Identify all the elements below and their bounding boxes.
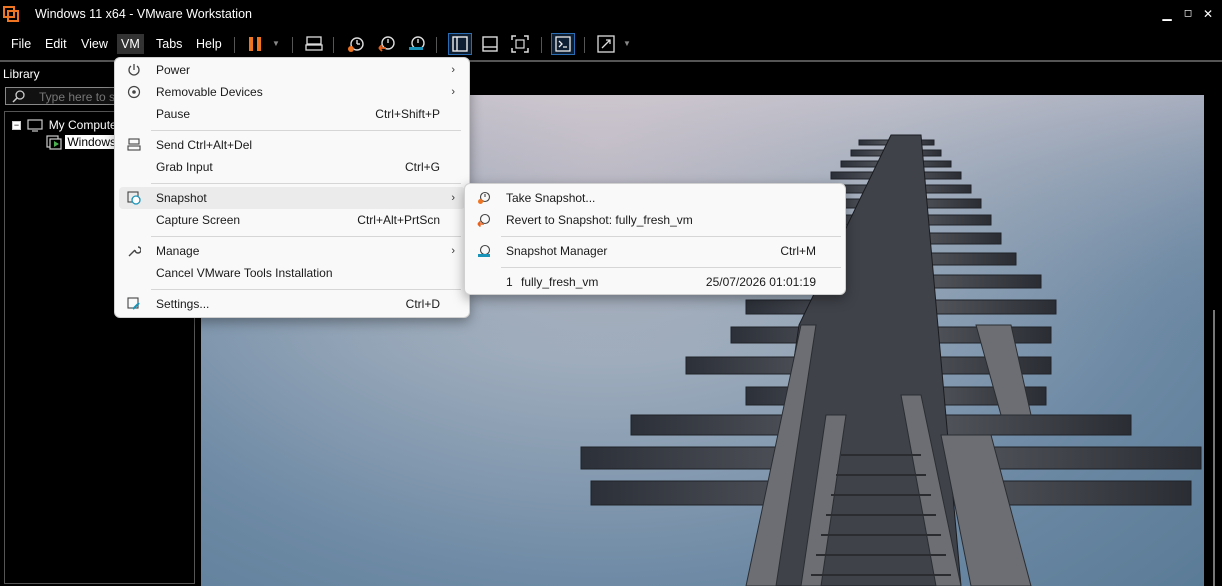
menu-separator — [501, 236, 841, 237]
menu-item-take-snapshot[interactable]: Take Snapshot... — [469, 187, 841, 209]
toolbar-separator — [234, 37, 235, 53]
chevron-right-icon: › — [451, 245, 455, 257]
revert-snapshot-button[interactable] — [375, 33, 399, 55]
restore-button[interactable]: ◻ — [1181, 6, 1195, 22]
settings-icon — [127, 297, 140, 310]
tree-item-label: My Compute — [48, 118, 117, 132]
shortcut: Ctrl+Alt+PrtScn — [357, 213, 440, 227]
pause-button[interactable] — [243, 33, 267, 55]
menu-edit[interactable]: Edit — [42, 34, 70, 54]
menu-vm[interactable]: VM — [117, 34, 144, 54]
shortcut: Ctrl+D — [405, 297, 440, 311]
menu-separator — [151, 183, 461, 184]
minimize-button[interactable]: ▁ — [1160, 6, 1174, 22]
snapshot-manager-icon — [409, 36, 425, 50]
menu-item-removable-devices[interactable]: Removable Devices › — [119, 81, 465, 103]
menu-separator — [151, 236, 461, 237]
show-thumbnail-bar-button[interactable] — [478, 33, 502, 55]
tree-item-label: Windows — [65, 135, 119, 149]
take-snapshot-button[interactable] — [344, 33, 368, 55]
tree-item-windows-vm[interactable]: Windows — [46, 135, 119, 150]
menu-item-snapshot[interactable]: Snapshot › — [119, 187, 465, 209]
title-bar: Windows 11 x64 - VMware Workstation ▁ ◻ … — [0, 0, 1222, 29]
menu-separator — [151, 130, 461, 131]
chevron-right-icon: › — [451, 86, 455, 98]
snapshot-manager-button[interactable] — [405, 33, 429, 55]
search-placeholder: Type here to s — [39, 90, 116, 104]
window-title: Windows 11 x64 - VMware Workstation — [35, 7, 252, 21]
shortcut: Ctrl+M — [780, 244, 816, 258]
snapshot-timestamp: 25/07/2026 01:01:19 — [705, 275, 816, 289]
toolbar-separator — [292, 37, 293, 53]
vm-menu: Power › Removable Devices › Pause Ctrl+S… — [114, 57, 470, 318]
chevron-right-icon: › — [451, 64, 455, 76]
menu-toolbar: File Edit View VM Tabs Help ▼ ▼ — [0, 29, 1222, 59]
stretch-icon — [597, 35, 615, 53]
revert-icon — [378, 36, 395, 52]
menu-item-revert-snapshot[interactable]: Revert to Snapshot: fully_fresh_vm — [469, 209, 841, 231]
toolbar-separator — [436, 37, 437, 53]
snapshot-icon — [127, 191, 141, 205]
menu-tabs[interactable]: Tabs — [153, 34, 185, 54]
shortcut: Ctrl+Shift+P — [375, 107, 440, 121]
menu-separator — [501, 267, 841, 268]
chevron-down-icon[interactable]: ▼ — [272, 39, 280, 48]
snapshot-clock-icon — [348, 37, 364, 52]
collapse-icon[interactable]: − — [12, 121, 21, 131]
chevron-right-icon: › — [451, 192, 455, 204]
menu-help[interactable]: Help — [193, 34, 225, 54]
menu-item-manage[interactable]: Manage › — [119, 240, 465, 262]
library-title: Library — [3, 67, 40, 81]
snapshot-manager-icon — [478, 244, 491, 257]
menu-item-snapshot-manager[interactable]: Snapshot Manager Ctrl+M — [469, 240, 841, 262]
show-library-button[interactable] — [448, 33, 472, 55]
full-screen-icon — [511, 35, 529, 53]
power-icon — [128, 64, 140, 76]
menu-item-power[interactable]: Power › — [119, 59, 465, 81]
menu-item-settings[interactable]: Settings... Ctrl+D — [119, 293, 465, 315]
menu-separator — [151, 289, 461, 290]
close-button[interactable]: ✕ — [1201, 6, 1215, 22]
snapshot-name: fully_fresh_vm — [521, 275, 599, 289]
removable-devices-icon — [127, 85, 141, 99]
menu-item-snapshot-entry[interactable]: 1 fully_fresh_vm 25/07/2026 01:01:19 — [469, 271, 841, 293]
tree-item-my-computer[interactable]: − My Compute — [12, 118, 117, 132]
menu-item-cancel-vmware-tools[interactable]: Cancel VMware Tools Installation — [119, 262, 465, 284]
take-snapshot-icon — [478, 191, 491, 204]
vmware-logo-icon — [3, 6, 19, 22]
menu-item-grab-input[interactable]: Grab Input Ctrl+G — [119, 156, 465, 178]
menu-item-send-ctrl-alt-del[interactable]: Send Ctrl+Alt+Del — [119, 134, 465, 156]
chevron-down-icon[interactable]: ▼ — [623, 39, 631, 48]
toolbar-separator — [584, 37, 585, 53]
send-ctrl-alt-del-button[interactable] — [302, 33, 326, 55]
menu-view[interactable]: View — [78, 34, 111, 54]
thumbnail-bar-icon — [482, 36, 498, 52]
search-icon — [12, 90, 25, 103]
toolbar-separator — [333, 37, 334, 53]
wrench-icon — [128, 246, 141, 257]
snapshot-index: 1 — [506, 275, 513, 289]
menu-item-pause[interactable]: Pause Ctrl+Shift+P — [119, 103, 465, 125]
console-icon — [555, 36, 571, 52]
menu-file[interactable]: File — [8, 34, 34, 54]
pause-icon — [249, 37, 261, 51]
library-panel-icon — [452, 36, 468, 52]
revert-icon — [477, 213, 491, 227]
vertical-scrollbar[interactable] — [1213, 310, 1215, 586]
ctrl-alt-del-icon — [127, 138, 141, 151]
stretch-guest-button[interactable] — [594, 33, 618, 55]
ctrl-alt-del-icon — [305, 36, 323, 51]
snapshot-submenu: Take Snapshot... Revert to Snapshot: ful… — [464, 183, 846, 295]
menu-item-capture-screen[interactable]: Capture Screen Ctrl+Alt+PrtScn — [119, 209, 465, 231]
shortcut: Ctrl+G — [404, 160, 440, 174]
toolbar-separator — [541, 37, 542, 53]
vm-running-icon — [46, 135, 62, 150]
full-screen-button[interactable] — [508, 33, 532, 55]
computer-icon — [27, 119, 43, 132]
console-view-button[interactable] — [551, 33, 575, 55]
